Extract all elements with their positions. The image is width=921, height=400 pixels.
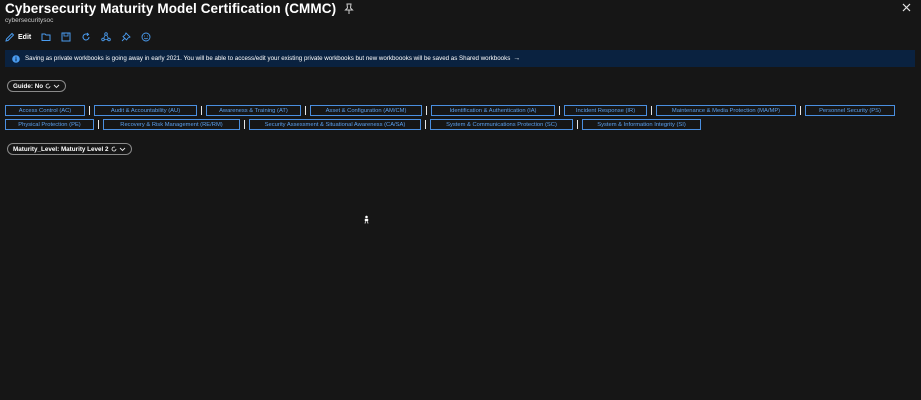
chevron-down-icon	[53, 84, 60, 89]
link-awareness-training[interactable]: Awareness & Training (AT)	[206, 105, 301, 116]
link-audit-accountability[interactable]: Audit & Accountability (AU)	[94, 105, 197, 116]
info-icon	[12, 54, 20, 63]
refresh-icon	[111, 146, 116, 152]
chevron-down-icon	[119, 147, 125, 152]
link-access-control[interactable]: Access Control (AC)	[5, 105, 85, 116]
pin-to-dashboard-button[interactable]	[121, 31, 131, 43]
link-asset-configuration[interactable]: Asset & Configuration (AM/CM)	[310, 105, 422, 116]
link-physical-protection[interactable]: Physical Protection (PE)	[5, 119, 94, 130]
pin-icon	[121, 32, 131, 42]
edit-icon	[5, 32, 15, 42]
divider	[244, 120, 245, 129]
save-icon	[61, 32, 71, 42]
pin-icon[interactable]	[344, 3, 354, 15]
page-title: Cybersecurity Maturity Model Certificati…	[5, 1, 337, 16]
link-maintenance-media-protection[interactable]: Maintenance & Media Protection (MA/MP)	[656, 105, 796, 116]
title-row: Cybersecurity Maturity Model Certificati…	[5, 1, 354, 16]
link-identification-authentication[interactable]: Identification & Authentication (IA)	[431, 105, 555, 116]
mouse-cursor-icon	[364, 215, 369, 224]
maturity-level-parameter[interactable]: Maturity_Level: Maturity Level 2	[7, 143, 132, 155]
divider	[89, 106, 90, 115]
banner-arrow-link[interactable]: →	[513, 55, 520, 62]
refresh-icon	[45, 83, 51, 89]
divider	[559, 106, 560, 115]
divider	[305, 106, 306, 115]
smiley-icon	[141, 32, 151, 42]
edit-button[interactable]: Edit	[5, 31, 31, 43]
guide-parameter[interactable]: Guide: No	[7, 80, 67, 92]
link-recovery-risk-management[interactable]: Recovery & Risk Management (RE/RM)	[103, 119, 240, 130]
share-button[interactable]	[101, 31, 111, 43]
save-button[interactable]	[61, 31, 71, 43]
divider	[426, 106, 427, 115]
link-personnel-security[interactable]: Personnel Security (PS)	[805, 105, 895, 116]
open-icon	[41, 33, 51, 41]
link-system-information-integrity[interactable]: System & Information Integrity (SI)	[582, 119, 701, 130]
toolbar: Edit	[5, 31, 161, 43]
link-buttons: Access Control (AC) Audit & Accountabili…	[5, 104, 917, 132]
link-incident-response[interactable]: Incident Response (IR)	[564, 105, 647, 116]
link-system-communications-protection[interactable]: System & Communications Protection (SC)	[430, 119, 573, 130]
link-security-assessment[interactable]: Security Assessment & Situational Awaren…	[249, 119, 421, 130]
banner-text: Saving as private workbooks is going awa…	[25, 55, 511, 62]
link-row-2: Physical Protection (PE) Recovery & Risk…	[5, 118, 917, 131]
divider	[800, 106, 801, 115]
divider	[98, 120, 99, 129]
refresh-icon	[82, 32, 90, 41]
divider	[201, 106, 202, 115]
link-row-1: Access Control (AC) Audit & Accountabili…	[5, 104, 917, 117]
maturity-level-label: Maturity_Level: Maturity Level 2	[13, 145, 109, 153]
edit-label: Edit	[18, 33, 32, 41]
divider	[425, 120, 426, 129]
share-icon	[101, 32, 111, 42]
close-icon[interactable]	[902, 3, 911, 12]
refresh-button[interactable]	[81, 31, 91, 43]
page-subtitle: cybersecuritysoc	[5, 17, 54, 24]
divider	[651, 106, 652, 115]
info-banner: Saving as private workbooks is going awa…	[5, 50, 915, 67]
feedback-button[interactable]	[141, 31, 151, 43]
guide-parameter-label: Guide: No	[13, 82, 44, 90]
open-button[interactable]	[41, 31, 51, 43]
divider	[577, 120, 578, 129]
